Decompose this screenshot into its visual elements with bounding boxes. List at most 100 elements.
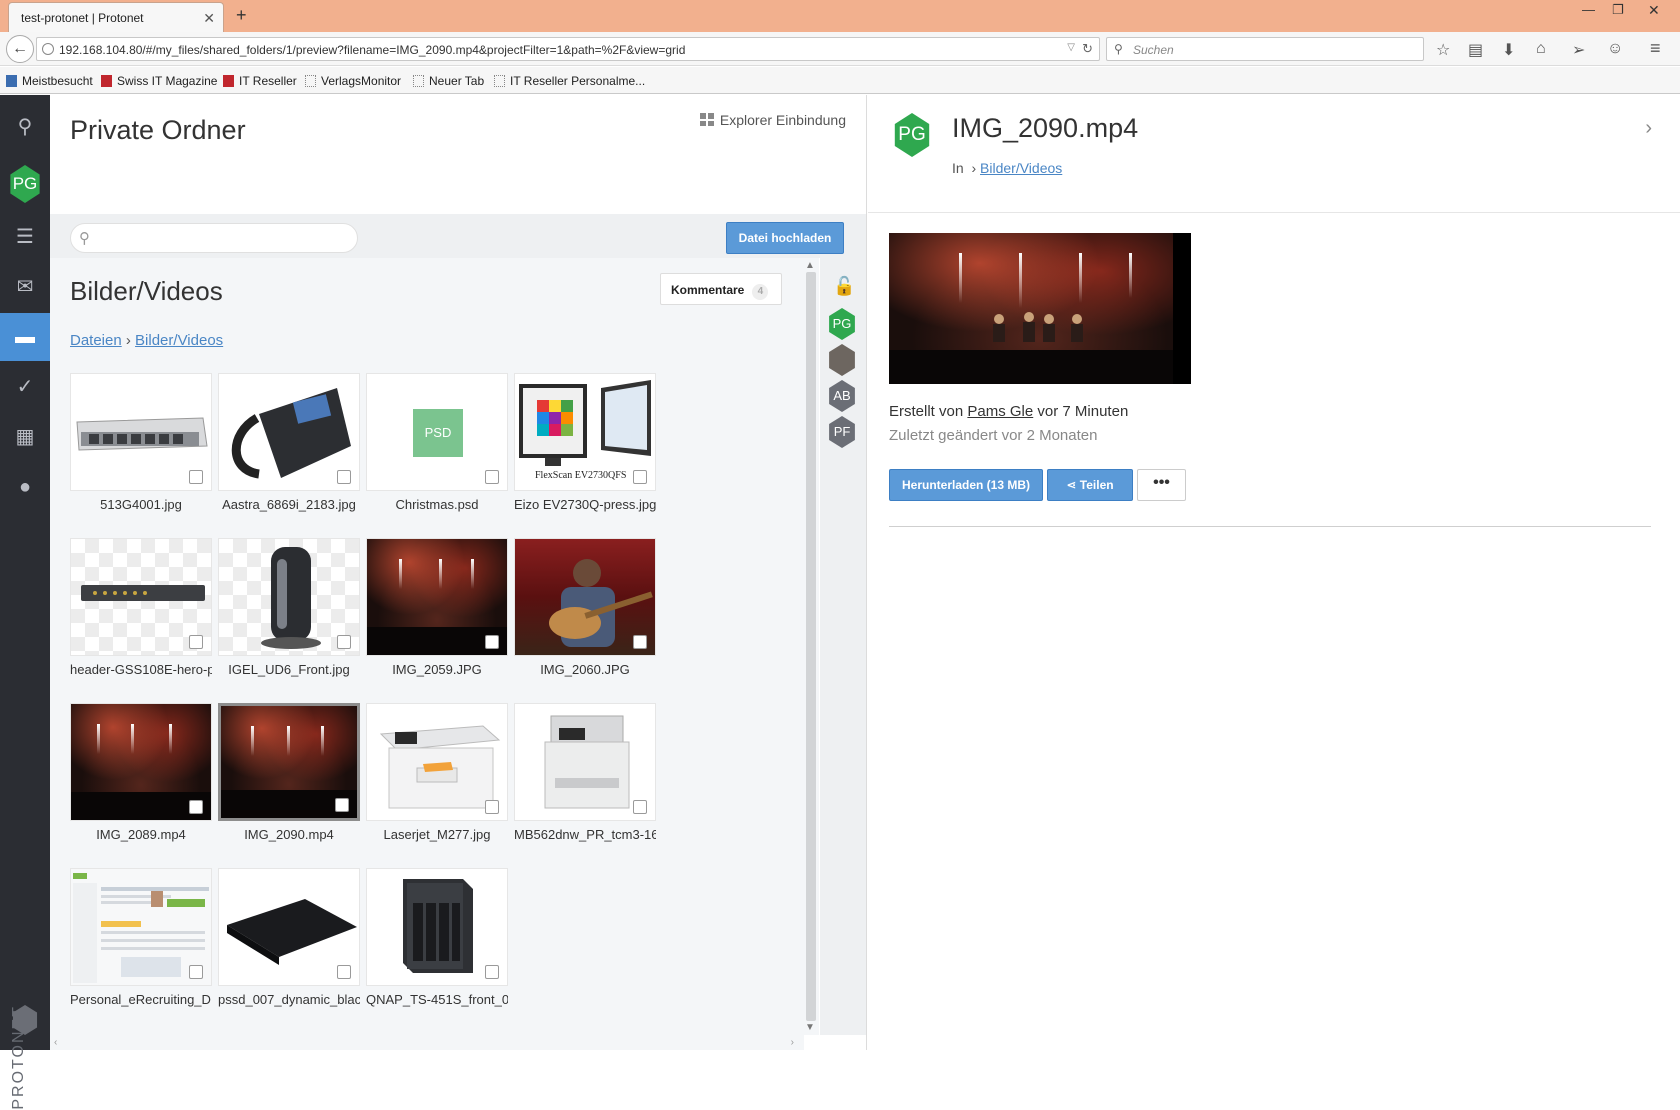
file-thumbnail[interactable]: FlexScan EV2730QFS <box>514 373 656 491</box>
video-preview[interactable] <box>889 233 1191 384</box>
download-icon[interactable]: ⬇ <box>1502 40 1515 60</box>
file-thumbnail[interactable]: PSD <box>366 373 508 491</box>
member-avatar-photo[interactable] <box>829 344 855 376</box>
check-icon[interactable]: ✓ <box>0 363 50 411</box>
file-tile[interactable]: IMG_2090.mp4 <box>218 703 360 863</box>
search-icon[interactable]: ⚲ <box>0 103 50 151</box>
creator-link[interactable]: Pams Gle <box>967 403 1033 420</box>
bookmark-item[interactable]: IT Reseller Personalme... <box>494 74 645 88</box>
select-checkbox[interactable] <box>189 965 203 979</box>
file-thumbnail[interactable] <box>514 703 656 821</box>
file-tile[interactable]: IGEL_UD6_Front.jpg <box>218 538 360 698</box>
minimize-icon[interactable]: — <box>1582 2 1595 17</box>
chevron-right-icon[interactable]: › <box>1645 117 1652 140</box>
close-tab-icon[interactable]: ✕ <box>203 10 215 27</box>
bookmark-item[interactable]: Swiss IT Magazine <box>101 74 217 88</box>
avatar[interactable]: PG <box>10 165 40 203</box>
file-thumbnail-selected[interactable] <box>218 703 360 821</box>
url-dropdown-icon[interactable]: ▽ <box>1067 42 1075 53</box>
comments-button[interactable]: Kommentare 4 <box>660 273 782 305</box>
file-thumbnail[interactable] <box>70 373 212 491</box>
reload-icon[interactable]: ↻ <box>1082 41 1093 57</box>
file-tile[interactable]: FlexScan EV2730QFS Eizo EV2730Q-press.jp… <box>514 373 656 533</box>
bookmark-item[interactable]: VerlagsMonitor <box>305 74 401 88</box>
file-tile[interactable]: Laserjet_M277.jpg <box>366 703 508 863</box>
member-avatar[interactable]: PF <box>829 416 855 448</box>
select-checkbox[interactable] <box>633 470 647 484</box>
share-button[interactable]: ⋖ Teilen <box>1047 469 1133 501</box>
horizontal-scrollbar[interactable]: ‹ › <box>50 1035 804 1050</box>
bookmark-star-icon[interactable]: ☆ <box>1436 40 1450 60</box>
select-checkbox[interactable] <box>189 800 203 814</box>
file-thumbnail[interactable] <box>366 538 508 656</box>
folder-icon[interactable]: ▬ <box>0 313 50 361</box>
file-thumbnail[interactable] <box>70 538 212 656</box>
file-tile[interactable]: IMG_2059.JPG <box>366 538 508 698</box>
mail-icon[interactable]: ✉ <box>0 263 50 311</box>
select-checkbox[interactable] <box>189 470 203 484</box>
bookmark-item[interactable]: Meistbesucht <box>6 74 93 88</box>
member-avatar[interactable]: PG <box>829 308 855 340</box>
close-window-icon[interactable]: ✕ <box>1648 2 1660 19</box>
stream-icon[interactable]: ☰ <box>0 213 50 261</box>
file-tile[interactable]: header-GSS108E-hero-p... <box>70 538 212 698</box>
browser-search-input[interactable]: ⚲ Suchen <box>1106 37 1424 61</box>
lock-icon[interactable]: 🔓 <box>833 276 855 297</box>
vertical-scrollbar[interactable]: ▲ ▼ <box>803 258 819 1035</box>
owner-avatar[interactable]: PG <box>894 113 930 157</box>
download-button[interactable]: Herunterladen (13 MB) <box>889 469 1043 501</box>
file-tile[interactable]: IMG_2060.JPG <box>514 538 656 698</box>
restore-icon[interactable]: ❐ <box>1612 2 1624 18</box>
file-tile[interactable]: QNAP_TS-451S_front_02... <box>366 868 508 1028</box>
scroll-down-icon[interactable]: ▼ <box>805 1022 815 1033</box>
preview-path-link[interactable]: Bilder/Videos <box>980 160 1062 176</box>
url-bar[interactable]: 192.168.104.80/#/my_files/shared_folders… <box>36 37 1100 61</box>
select-checkbox[interactable] <box>337 635 351 649</box>
file-thumbnail[interactable] <box>218 538 360 656</box>
breadcrumb-current-link[interactable]: Bilder/Videos <box>135 332 223 349</box>
select-checkbox[interactable] <box>485 635 499 649</box>
select-checkbox[interactable] <box>337 470 351 484</box>
select-checkbox[interactable] <box>337 965 351 979</box>
file-thumbnail[interactable] <box>70 703 212 821</box>
reading-list-icon[interactable]: ▤ <box>1468 40 1483 60</box>
select-checkbox[interactable] <box>485 470 499 484</box>
new-tab-icon[interactable]: + <box>236 5 247 26</box>
file-tile[interactable]: MB562dnw_PR_tcm3-16... <box>514 703 656 863</box>
home-icon[interactable]: ⌂ <box>1536 40 1546 58</box>
select-checkbox[interactable] <box>485 965 499 979</box>
file-filter-input[interactable]: ⚲ <box>70 223 358 253</box>
back-icon[interactable]: ← <box>6 35 34 63</box>
scroll-up-icon[interactable]: ▲ <box>805 260 815 271</box>
file-thumbnail[interactable] <box>366 703 508 821</box>
file-thumbnail[interactable] <box>70 868 212 986</box>
file-tile[interactable]: Aastra_6869i_2183.jpg <box>218 373 360 533</box>
select-checkbox[interactable] <box>633 635 647 649</box>
member-avatar[interactable]: AB <box>829 380 855 412</box>
bookmark-item[interactable]: IT Reseller <box>223 74 297 88</box>
scroll-thumb[interactable] <box>806 272 816 1021</box>
browser-tab[interactable]: test-protonet | Protonet ✕ <box>8 2 224 32</box>
user-icon[interactable]: ● <box>0 463 50 511</box>
send-icon[interactable]: ➢ <box>1572 40 1585 60</box>
file-tile[interactable]: PSD Christmas.psd <box>366 373 508 533</box>
scroll-left-icon[interactable]: ‹ <box>54 1037 57 1048</box>
file-thumbnail[interactable] <box>218 868 360 986</box>
select-checkbox[interactable] <box>485 800 499 814</box>
chat-icon[interactable]: ☺ <box>1607 40 1623 58</box>
menu-icon[interactable]: ≡ <box>1650 38 1661 59</box>
upload-button[interactable]: Datei hochladen <box>726 222 844 254</box>
file-tile[interactable]: 513G4001.jpg <box>70 373 212 533</box>
select-checkbox[interactable] <box>335 798 349 812</box>
file-thumbnail[interactable] <box>218 373 360 491</box>
select-checkbox[interactable] <box>189 635 203 649</box>
select-checkbox[interactable] <box>633 800 647 814</box>
scroll-right-icon[interactable]: › <box>791 1037 794 1048</box>
file-thumbnail[interactable] <box>366 868 508 986</box>
explorer-integration-link[interactable]: Explorer Einbindung <box>699 112 846 128</box>
file-tile[interactable]: Personal_eRecruiting_D... <box>70 868 212 1028</box>
breadcrumb-root-link[interactable]: Dateien <box>70 332 122 349</box>
calendar-icon[interactable]: ▦ <box>0 413 50 461</box>
file-tile[interactable]: IMG_2089.mp4 <box>70 703 212 863</box>
bookmark-item[interactable]: Neuer Tab <box>413 74 484 88</box>
